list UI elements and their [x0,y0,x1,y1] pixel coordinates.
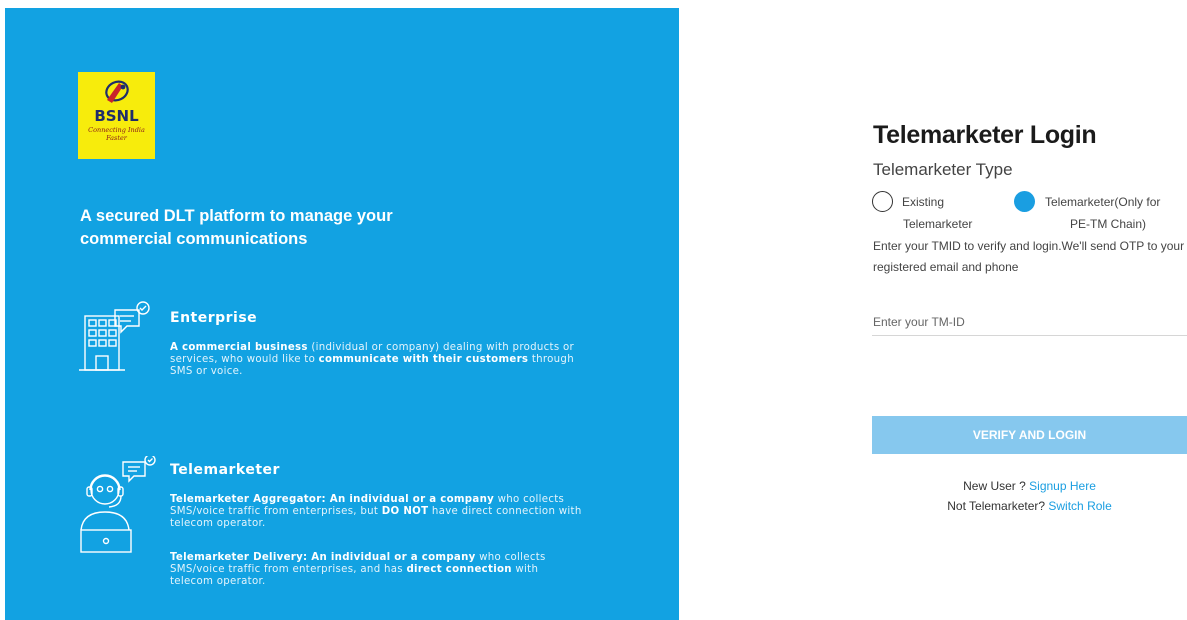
logo-tagline: Connecting India Faster [88,126,145,142]
not-telemarketer-text: Not Telemarketer? [947,499,1049,513]
telemarketer-type-label: Telemarketer Type [873,160,1013,179]
platform-headline: A secured DLT platform to manage your co… [80,207,393,248]
existing-telemarketer-label[interactable]: Existing Telemarketer [902,191,1002,235]
login-title: Telemarketer Login [873,121,1097,149]
switch-role-row: Not Telemarketer? Switch Role [872,496,1187,516]
switch-role-link[interactable]: Switch Role [1048,499,1111,513]
new-user-row: New User ? Signup Here [872,476,1187,496]
left-info-panel: BSNL Connecting India Faster A secured D… [5,8,679,620]
signup-link[interactable]: Signup Here [1029,479,1096,493]
pe-tm-chain-label[interactable]: Telemarketer(Only for PE-TM Chain) [1045,191,1175,235]
logo-text: BSNL [94,107,139,125]
new-user-text: New User ? [963,479,1030,493]
bsnl-logo-mark-icon [104,80,129,103]
telemarketer-delivery-description: Telemarketer Delivery: An individual or … [170,552,546,587]
enterprise-description: A commercial business (individual or com… [170,342,574,377]
enterprise-building-icon [79,301,150,371]
telemarketer-title: Telemarketer [170,462,280,478]
login-panel: Telemarketer Login Telemarketer Type Exi… [860,0,1187,620]
account-links: New User ? Signup Here Not Telemarketer?… [872,476,1187,516]
tm-id-input[interactable] [872,309,1187,336]
telemarketer-aggregator-description: Telemarketer Aggregator: An individual o… [170,494,582,529]
enterprise-title: Enterprise [170,310,258,326]
verify-and-login-button[interactable]: VERIFY AND LOGIN [872,416,1187,454]
existing-telemarketer-radio[interactable] [872,191,893,212]
pe-tm-chain-radio[interactable] [1014,191,1035,212]
otp-info-text: Enter your TMID to verify and login.We'l… [873,239,1185,274]
telemarketer-headset-icon [80,456,156,553]
bsnl-logo: BSNL Connecting India Faster [78,72,155,159]
